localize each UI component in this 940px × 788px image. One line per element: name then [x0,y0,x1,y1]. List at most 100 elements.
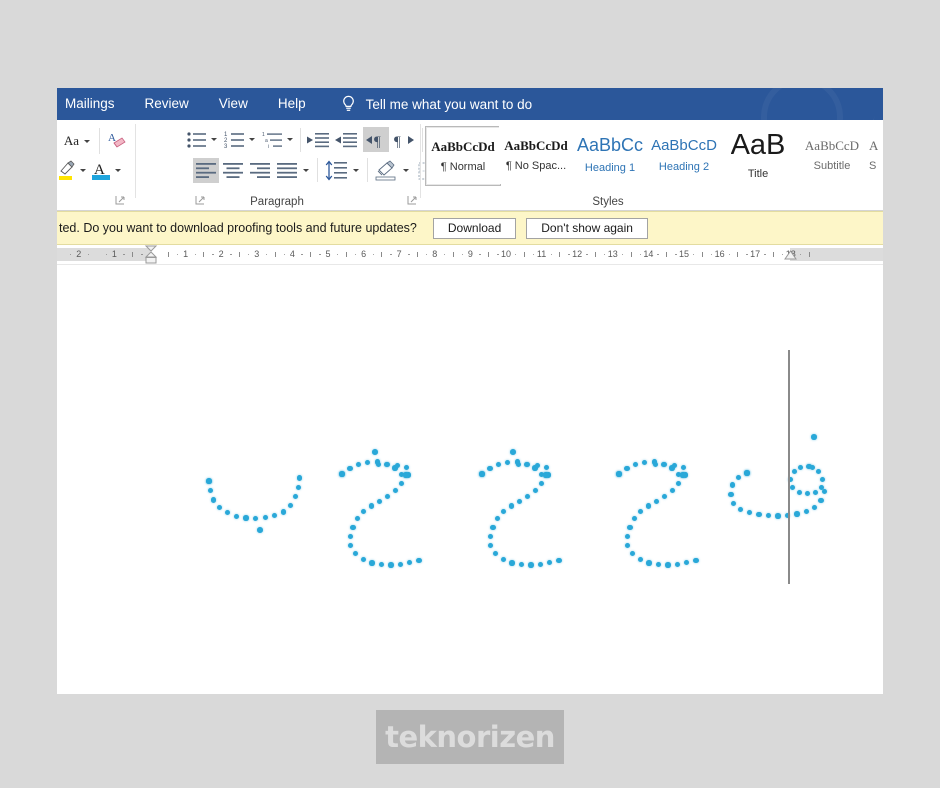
style-subtitle[interactable]: AaBbCcD Subtitle [795,126,869,184]
font-color-button[interactable]: A [89,158,113,182]
justify-icon [277,162,297,178]
right-to-left-text-button[interactable]: ¶ [391,127,417,152]
left-to-right-text-button[interactable]: ¶ [363,127,389,152]
ruler-dot [479,253,481,255]
clear-formatting-button[interactable]: A [105,129,129,153]
style-preview: AaBbCcDd [504,138,568,152]
svg-text:3: 3 [224,144,228,150]
stroke-dot [515,461,521,467]
stroke-dot [665,562,671,568]
ruler-label: 11 [536,249,547,259]
style-title[interactable]: AaB Title [721,126,795,184]
ruler-dot [443,253,446,255]
clear-formatting-icon: A [108,132,126,148]
stroke-dot [556,558,562,564]
numbered-list-dropdown[interactable] [247,134,257,144]
stroke-dot [627,524,633,530]
bullet-list-dropdown[interactable] [209,134,219,144]
stroke-dot [638,508,644,514]
ruler-label: 1 [183,249,189,259]
stroke-dot [348,543,354,549]
stroke-dot [730,500,737,506]
style-heading-2[interactable]: AaBbCcD Heading 2 [647,126,721,184]
download-button[interactable]: Download [432,217,517,239]
tab-review[interactable]: Review [130,88,204,120]
bullet-list-button[interactable] [185,128,209,152]
font-group: Aa A A [57,120,135,210]
style-heading-1[interactable]: AaBbCc Heading 1 [573,126,647,184]
change-case-label: Aa [63,133,80,148]
ruler-dot [746,253,748,255]
ruler-dot [514,253,517,255]
watermark-circle-overlay [761,88,843,120]
align-right-button[interactable] [247,158,273,183]
stroke-dot [365,459,371,466]
stroke-dot [652,461,658,467]
ruler-marks: 21123456789101112131415161718 [57,248,883,261]
justify-button[interactable] [274,158,300,183]
stroke-dot [738,506,744,512]
line-spacing-dropdown[interactable] [351,165,361,175]
style-no-spacing[interactable]: AaBbCcDd ¶ No Spac... [499,126,573,184]
stroke-dot [494,516,501,522]
document-page[interactable] [57,265,883,694]
ruler-tick [417,252,418,257]
align-left-button[interactable] [193,158,219,183]
ruler-dot [230,253,232,255]
title-bar: Mailings Review View Help Tell me what y… [57,88,883,120]
ruler-dot [336,253,339,255]
ruler[interactable]: 21123456789101112131415161718 [57,245,883,265]
numbered-list-button[interactable]: 1 2 3 [223,128,247,152]
multilevel-list-button[interactable]: 1 a i [261,128,285,152]
decrease-indent-button[interactable] [305,128,331,152]
ruler-label: 16 [714,249,725,259]
multilevel-list-dropdown[interactable] [285,134,295,144]
lightbulb-icon [341,95,356,113]
tab-help[interactable]: Help [263,88,321,120]
tab-view[interactable]: View [204,88,263,120]
style-normal[interactable]: AaBbCcDd ¶ Normal [425,126,501,186]
stroke-dot [216,504,222,511]
stroke-dot [803,508,809,515]
ruler-tick [808,252,810,257]
line-spacing-icon [325,160,347,181]
paragraph-dialog-launcher-left[interactable] [195,194,207,206]
ruler-label: 8 [432,249,438,259]
chevron-down-icon [249,137,255,141]
stroke-dot [510,449,516,455]
ruler-tick [737,252,739,257]
tab-mailings[interactable]: Mailings [57,88,130,120]
ruler-tick [132,252,134,257]
text-highlight-color-button[interactable] [57,158,79,182]
stroke-dot [487,466,493,472]
highlight-color-dropdown[interactable] [78,165,88,175]
watermark-label: teknorizen [385,720,555,754]
group-divider [135,124,136,198]
ruler-dot [675,253,677,255]
font-dialog-launcher[interactable] [115,194,127,206]
font-color-icon: A [92,162,110,180]
align-center-button[interactable] [220,158,246,183]
increase-indent-button[interactable] [333,128,359,152]
stroke-dot [675,480,681,486]
ruler-dot [550,253,552,255]
dont-show-again-button[interactable]: Don't show again [526,217,648,239]
stroke-dot [339,471,345,477]
shading-button[interactable] [373,158,399,183]
stroke-dot [624,533,630,539]
right-indent-marker-icon[interactable] [783,250,798,263]
ruler-tick [523,252,525,257]
stroke-dot [350,524,356,530]
ruler-dot [799,253,802,255]
justify-dropdown[interactable] [301,165,311,175]
ruler-dot [621,253,624,255]
shading-dropdown[interactable] [401,165,411,175]
style-cutoff[interactable]: A S [869,126,883,184]
tell-me-search[interactable]: Tell me what you want to do [341,95,532,113]
stroke-dot [629,551,635,557]
line-spacing-button[interactable] [323,158,349,183]
paragraph-dialog-launcher[interactable] [407,194,419,206]
font-color-dropdown[interactable] [113,165,123,175]
left-indent-marker-icon[interactable] [143,245,159,264]
change-case-button[interactable]: Aa [59,130,95,152]
